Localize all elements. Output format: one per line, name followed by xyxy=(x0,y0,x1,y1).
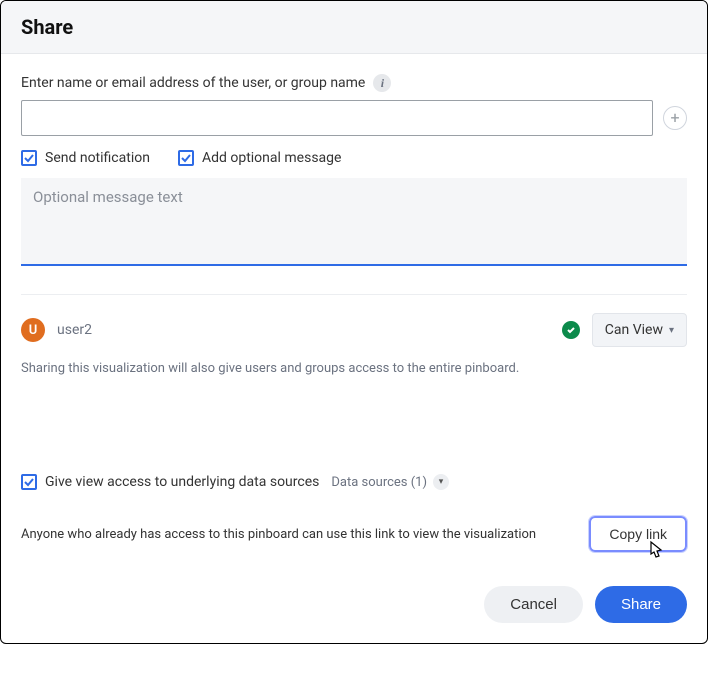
recipient-input[interactable] xyxy=(21,100,653,136)
chevron-down-icon: ▾ xyxy=(433,474,449,490)
add-recipient-button[interactable]: + xyxy=(663,106,687,130)
dialog-title: Share xyxy=(21,15,687,39)
add-optional-message-checkbox[interactable]: Add optional message xyxy=(178,150,342,166)
permission-value: Can View xyxy=(605,322,663,338)
recipient-label: Enter name or email address of the user,… xyxy=(21,75,365,91)
copy-link-text: Anyone who already has access to this pi… xyxy=(21,527,577,542)
share-dialog: Share Enter name or email address of the… xyxy=(0,0,708,644)
status-ok-icon xyxy=(562,321,580,339)
cancel-button[interactable]: Cancel xyxy=(484,586,583,623)
spacer xyxy=(21,384,687,474)
options-row: Send notification Add optional message xyxy=(21,150,687,166)
chevron-down-icon: ▾ xyxy=(669,325,674,336)
recipient-label-row: Enter name or email address of the user,… xyxy=(21,74,687,92)
checkbox-checked-icon xyxy=(21,150,37,166)
add-optional-message-label: Add optional message xyxy=(202,150,342,166)
share-list-row: U user2 Can View ▾ xyxy=(21,313,687,347)
dialog-header: Share xyxy=(1,1,707,54)
data-sources-checkbox[interactable]: Give view access to underlying data sour… xyxy=(21,474,319,490)
send-notification-label: Send notification xyxy=(45,150,150,166)
data-sources-row: Give view access to underlying data sour… xyxy=(21,474,687,490)
checkbox-checked-icon xyxy=(21,474,37,490)
dialog-body: Enter name or email address of the user,… xyxy=(1,54,707,643)
data-sources-link-label: Data sources (1) xyxy=(331,475,427,490)
data-sources-label: Give view access to underlying data sour… xyxy=(45,474,319,490)
optional-message-input[interactable] xyxy=(21,178,687,266)
copy-link-row: Anyone who already has access to this pi… xyxy=(21,516,687,552)
share-user-name: user2 xyxy=(57,322,550,338)
share-button[interactable]: Share xyxy=(595,586,687,623)
copy-link-button[interactable]: Copy link xyxy=(589,516,687,552)
section-divider xyxy=(21,294,687,295)
data-sources-toggle[interactable]: Data sources (1) ▾ xyxy=(331,474,449,490)
dialog-footer: Cancel Share xyxy=(21,586,687,623)
send-notification-checkbox[interactable]: Send notification xyxy=(21,150,150,166)
recipient-input-row: + xyxy=(21,100,687,136)
info-icon[interactable]: i xyxy=(373,74,391,92)
checkbox-checked-icon xyxy=(178,150,194,166)
avatar: U xyxy=(21,318,45,342)
permission-dropdown[interactable]: Can View ▾ xyxy=(592,313,687,347)
copy-link-button-label: Copy link xyxy=(609,526,667,542)
share-help-text: Sharing this visualization will also giv… xyxy=(21,361,687,376)
